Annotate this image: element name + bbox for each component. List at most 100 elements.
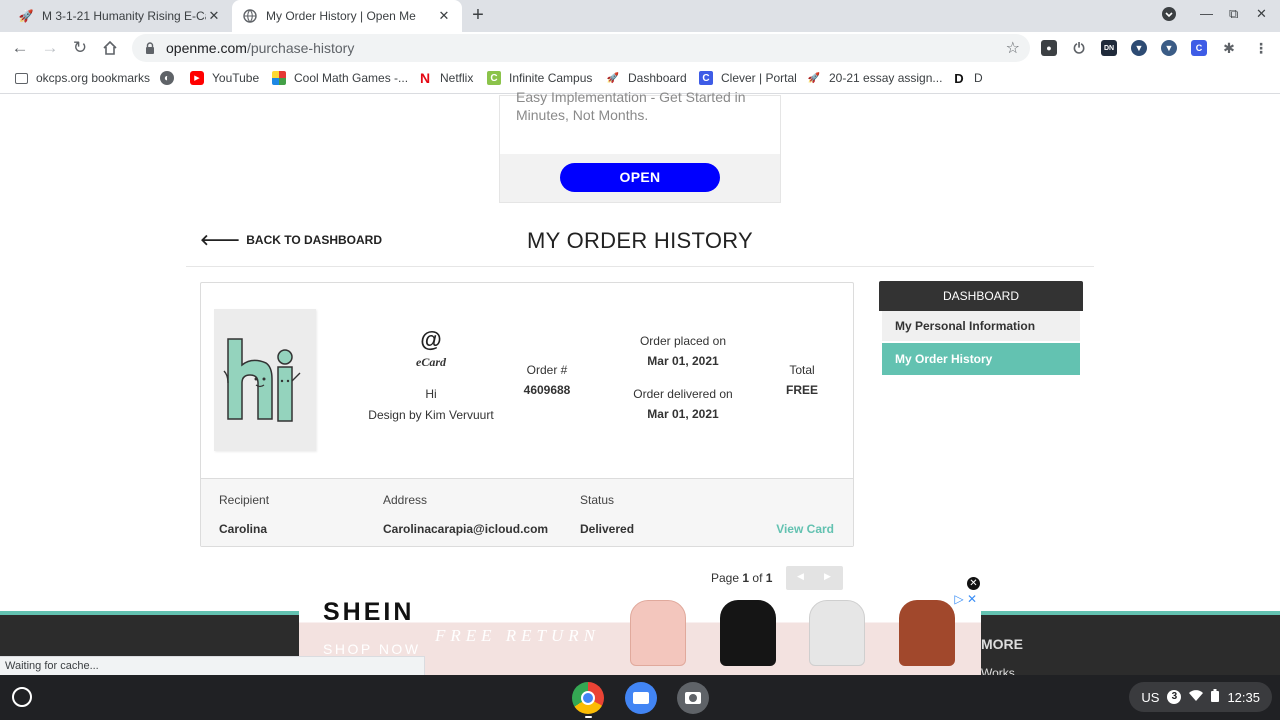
menu-kebab-icon[interactable]: ⋮: [1253, 40, 1269, 56]
card-name: Hi: [425, 387, 437, 401]
camera-icon[interactable]: [677, 682, 709, 714]
browser-toolbar: ← → ↻ openme.com/purchase-history ☆: [0, 32, 1280, 64]
hoodie-pink-image: [630, 600, 686, 666]
files-icon[interactable]: [625, 682, 657, 714]
coolmath-icon: [272, 71, 286, 85]
restore-icon[interactable]: ⧉: [1229, 6, 1238, 22]
bookmark-dashboard[interactable]: 🚀 Dashboard: [606, 71, 687, 85]
bookmark-youtube[interactable]: ▶ YouTube: [190, 71, 259, 85]
sidebar-item-personal-info[interactable]: My Personal Information: [882, 311, 1080, 341]
bookmark-globe[interactable]: ◐: [160, 71, 182, 85]
status-value: Delivered: [580, 522, 635, 536]
forward-arrow-icon[interactable]: →: [39, 38, 61, 58]
reload-icon[interactable]: ↻: [69, 38, 91, 58]
card-info: @ eCard Hi Design by Kim Vervuurt: [361, 327, 501, 422]
battery-icon: [1211, 689, 1220, 705]
card-type: eCard: [416, 355, 446, 369]
bookmark-infinite-campus[interactable]: C Infinite Campus: [487, 71, 592, 85]
ad-text: Easy Implementation - Get Started in Min…: [500, 89, 780, 154]
power-icon[interactable]: ⏻: [1071, 40, 1087, 56]
new-tab-button[interactable]: +: [467, 4, 489, 26]
chromeos-shelf: US 3 12:35: [0, 675, 1280, 720]
prev-page-icon[interactable]: ◀: [797, 571, 804, 582]
card-designer: Design by Kim Vervuurt: [368, 408, 494, 422]
ad-close-icon[interactable]: ✕: [965, 575, 982, 592]
divider: [186, 266, 1094, 267]
hoodie-grey-image: [809, 600, 865, 666]
close-window-icon[interactable]: ✕: [1256, 6, 1267, 22]
shop-now-text: SHOP NOW: [323, 641, 421, 657]
rocket-icon: 🚀: [606, 72, 620, 84]
globe-icon: ◐: [160, 71, 174, 85]
clock: 12:35: [1227, 689, 1260, 705]
close-tab-icon[interactable]: ✕: [206, 8, 222, 24]
tab-search-icon[interactable]: [1161, 6, 1177, 25]
order-details: Recipient Carolina Address Carolinacarap…: [201, 478, 853, 546]
locale-indicator: US: [1141, 689, 1160, 705]
order-number: Order # 4609688: [523, 363, 571, 397]
recipient-label: Recipient: [219, 493, 270, 507]
browser-status-bar: Waiting for cache...: [0, 656, 425, 675]
extension-clever-icon[interactable]: C: [1191, 40, 1207, 56]
page-title: MY ORDER HISTORY: [526, 228, 754, 253]
back-to-dashboard-link[interactable]: 🡐 BACK TO DASHBOARD: [200, 230, 382, 249]
notification-badge: 3: [1167, 690, 1182, 704]
back-arrow-icon[interactable]: ←: [9, 38, 31, 58]
chrome-icon[interactable]: [572, 682, 604, 714]
lock-icon: [146, 42, 154, 54]
rocket-icon: 🚀: [807, 72, 821, 84]
extension-shield-icon[interactable]: ▼: [1131, 40, 1147, 56]
tab-humanity-rising[interactable]: 🚀 M 3-1-21 Humanity Rising E-Car ✕: [8, 0, 232, 32]
free-return-text: FREE RETURN: [435, 626, 601, 645]
shein-logo: SHEIN: [323, 598, 415, 626]
bookmark-netflix[interactable]: N Netflix: [418, 70, 473, 86]
clever-icon: C: [699, 71, 713, 85]
minimize-icon[interactable]: —: [1200, 6, 1213, 21]
folder-icon: [15, 72, 28, 84]
address-value: Carolinacarapia@icloud.com: [383, 522, 549, 536]
launcher-icon[interactable]: [12, 687, 32, 707]
close-tab-icon[interactable]: ✕: [436, 8, 452, 24]
bookmark-essay[interactable]: 🚀 20-21 essay assign...: [807, 71, 943, 85]
bookmark-clever[interactable]: C Clever | Portal: [699, 71, 797, 85]
ad-open-button[interactable]: OPEN: [560, 163, 720, 192]
globe-icon: [242, 8, 258, 24]
footer-more-heading: MORE: [981, 636, 1023, 652]
address-bar[interactable]: openme.com/purchase-history ☆: [132, 34, 1030, 62]
next-page-icon[interactable]: ▶: [824, 571, 831, 582]
bookmark-d[interactable]: D D: [952, 71, 982, 86]
bookmark-star-icon[interactable]: ☆: [1006, 38, 1020, 58]
status-label: Status: [580, 493, 615, 507]
home-icon[interactable]: [99, 38, 121, 58]
left-arrow-icon: 🡐: [200, 232, 241, 249]
system-tray[interactable]: US 3 12:35: [1129, 682, 1272, 712]
wifi-icon: [1189, 689, 1204, 705]
adchoices-icon[interactable]: ▷ ✕: [954, 592, 977, 606]
hi-card-image: [214, 309, 316, 451]
puzzle-icon[interactable]: ✱: [1221, 40, 1237, 56]
sidebar-heading: DASHBOARD: [879, 281, 1083, 311]
extension-shield2-icon[interactable]: ▼: [1161, 40, 1177, 56]
hoodie-black-image: [720, 600, 776, 666]
tab-title: My Order History | Open Me: [266, 9, 416, 23]
url-host: openme.com: [166, 40, 247, 56]
card-thumbnail[interactable]: [214, 309, 316, 451]
extension-dn-icon[interactable]: DN: [1101, 40, 1117, 56]
pagination-text: Page 1 of 1: [711, 571, 773, 585]
bookmark-coolmath[interactable]: Cool Math Games -...: [272, 71, 408, 85]
active-app-indicator: [585, 716, 592, 718]
view-card-link[interactable]: View Card: [776, 522, 834, 536]
order-card: @ eCard Hi Design by Kim Vervuurt Order …: [200, 282, 854, 547]
hoodie-rust-image: [899, 600, 955, 666]
netflix-icon: N: [419, 70, 431, 86]
extension-spy-icon[interactable]: ●: [1041, 40, 1057, 56]
youtube-icon: ▶: [190, 71, 204, 85]
bookmark-okcps[interactable]: okcps.org bookmarks: [15, 71, 150, 85]
tab-order-history[interactable]: My Order History | Open Me ✕: [232, 0, 462, 32]
order-dates: Order placed on Mar 01, 2021 Order deliv…: [633, 334, 733, 421]
sidebar-item-order-history[interactable]: My Order History: [882, 343, 1080, 375]
tab-strip: 🚀 M 3-1-21 Humanity Rising E-Car ✕ My Or…: [0, 0, 1280, 32]
pagination-buttons: ◀ ▶: [786, 566, 843, 590]
at-symbol: @: [420, 327, 442, 352]
campus-icon: C: [487, 71, 501, 85]
